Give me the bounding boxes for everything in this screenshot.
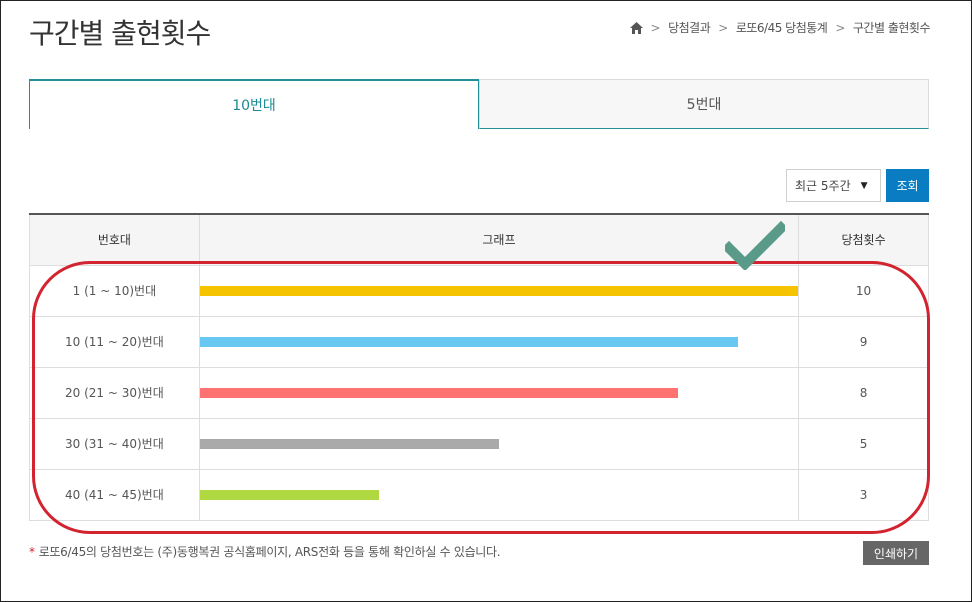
breadcrumb-item-stats[interactable]: 로또6/45 당첨통계: [736, 19, 828, 36]
graph-cell: [199, 316, 800, 368]
table-row: 20 (21 ~ 30)번대 8: [29, 367, 929, 419]
footnote: * 로또6/45의 당첨번호는 (주)동행복권 공식홈페이지, ARS전화 등을 …: [29, 543, 501, 560]
tab-10-range[interactable]: 10번대: [29, 79, 479, 129]
count-value: 3: [798, 469, 929, 521]
table-row: 10 (11 ~ 20)번대 9: [29, 316, 929, 368]
range-label: 40 (41 ~ 45)번대: [29, 469, 200, 521]
breadcrumb-separator: >: [835, 20, 845, 35]
count-value: 9: [798, 316, 929, 368]
period-select[interactable]: 최근 5주간 ▼: [786, 169, 881, 202]
search-button[interactable]: 조회: [886, 169, 929, 202]
bar-mark: [199, 489, 380, 500]
period-select-value: 최근 5주간: [795, 179, 851, 193]
home-icon[interactable]: [629, 21, 643, 34]
table-row: 1 (1 ~ 10)번대 10: [29, 265, 929, 317]
graph-cell: [199, 418, 800, 470]
bar-mark: [199, 336, 739, 347]
stats-table: 번호대 그래프 당첨횟수 1 (1 ~ 10)번대 10 10 (11 ~ 20)번…: [29, 213, 929, 521]
bar-mark: [199, 438, 499, 449]
table-row: 30 (31 ~ 40)번대 5: [29, 418, 929, 470]
check-icon: [725, 220, 785, 270]
breadcrumb-item-current: 구간별 출현횟수: [852, 21, 931, 35]
tab-5-range[interactable]: 5번대: [479, 79, 929, 129]
footnote-text: 로또6/45의 당첨번호는 (주)동행복권 공식홈페이지, ARS전화 등을 통…: [38, 545, 501, 559]
range-label: 1 (1 ~ 10)번대: [29, 265, 200, 317]
header-range: 번호대: [29, 213, 200, 266]
print-button[interactable]: 인쇄하기: [863, 541, 929, 565]
range-label: 10 (11 ~ 20)번대: [29, 316, 200, 368]
bar-mark: [199, 285, 799, 296]
page-title: 구간별 출현횟수: [29, 17, 211, 50]
table-row: 40 (41 ~ 45)번대 3: [29, 469, 929, 521]
breadcrumb-item-results[interactable]: 당첨결과: [668, 19, 711, 36]
range-label: 20 (21 ~ 30)번대: [29, 367, 200, 419]
graph-cell: [199, 367, 800, 419]
graph-cell: [199, 265, 800, 317]
breadcrumb-separator: >: [718, 20, 728, 35]
footnote-marker: *: [29, 545, 35, 559]
bar-mark: [199, 387, 679, 398]
table-header-row: 번호대 그래프 당첨횟수: [29, 213, 929, 266]
tab-bar: 10번대 5번대: [29, 79, 929, 129]
header-graph: 그래프: [199, 213, 800, 266]
count-value: 5: [798, 418, 929, 470]
chevron-down-icon: ▼: [860, 180, 868, 191]
breadcrumb: > 당첨결과 > 로또6/45 당첨통계 > 구간별 출현횟수: [629, 19, 931, 36]
breadcrumb-separator: >: [650, 20, 661, 35]
graph-cell: [199, 469, 800, 521]
range-label: 30 (31 ~ 40)번대: [29, 418, 200, 470]
count-value: 10: [798, 265, 929, 317]
header-count: 당첨횟수: [798, 213, 929, 266]
count-value: 8: [798, 367, 929, 419]
